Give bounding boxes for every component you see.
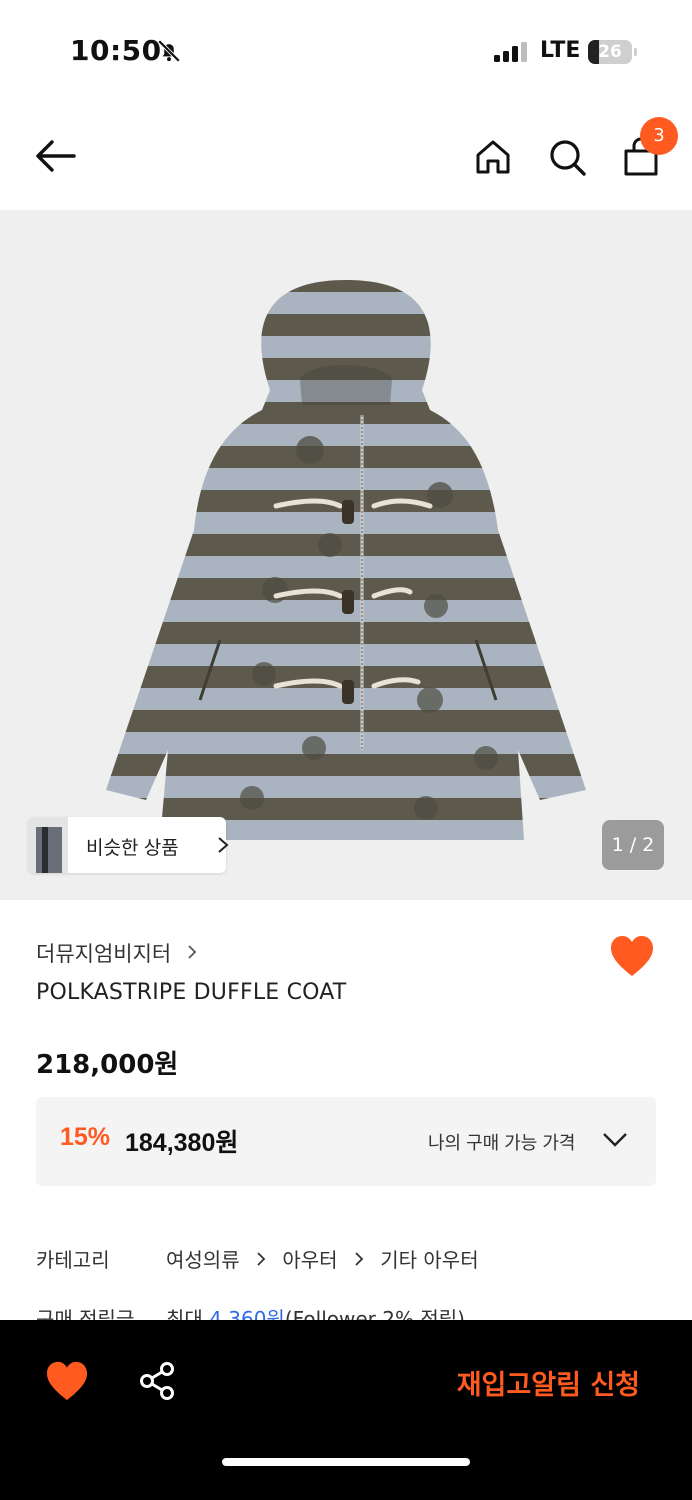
share-icon: [140, 1362, 174, 1400]
category-breadcrumb: 여성의류 아우터 기타 아우터: [166, 1244, 479, 1273]
my-price-dropdown[interactable]: 15% 184,380원 나의 구매 가능 가격: [36, 1097, 656, 1186]
signal-icon: [494, 42, 527, 62]
wishlist-button[interactable]: [608, 934, 656, 978]
battery-cap: [634, 48, 637, 56]
battery-level: 26: [598, 42, 622, 62]
similar-thumbnail: [28, 817, 68, 873]
bell-off-icon: [157, 39, 181, 63]
status-time: 10:50: [70, 34, 162, 67]
chevron-right-icon: [218, 837, 229, 853]
home-button[interactable]: [470, 134, 516, 180]
similar-products-button[interactable]: 비슷한 상품: [28, 817, 229, 873]
discount-percent: 15%: [60, 1123, 111, 1151]
image-page-indicator: 1 / 2: [602, 820, 664, 870]
brand-name: 더뮤지엄비지터: [36, 942, 172, 966]
top-navigation: [0, 100, 692, 210]
back-button[interactable]: [30, 136, 82, 176]
chevron-right-icon: [355, 1252, 364, 1266]
chevron-right-icon: [188, 945, 197, 959]
bottom-action-bar: 재입고알림 신청: [0, 1320, 692, 1500]
restock-alert-button[interactable]: 재입고알림 신청: [400, 1360, 640, 1404]
category-level-1[interactable]: 여성의류: [166, 1248, 240, 1272]
chevron-right-icon: [257, 1252, 266, 1266]
search-icon: [550, 140, 586, 176]
share-button[interactable]: [138, 1360, 178, 1402]
product-name: POLKASTRIPE DUFFLE COAT: [36, 980, 347, 1005]
home-icon: [476, 140, 510, 174]
category-label: 카테고리: [36, 1248, 110, 1272]
category-level-3[interactable]: 기타 아우터: [380, 1248, 478, 1272]
original-price: 218,000원: [36, 1050, 179, 1080]
my-price-label: 나의 구매 가능 가격: [428, 1133, 576, 1153]
category-level-2[interactable]: 아우터: [282, 1248, 337, 1272]
product-image-carousel[interactable]: 비슷한 상품 1 / 2: [0, 210, 692, 900]
sale-price: 184,380원: [125, 1129, 239, 1157]
back-arrow-icon: [36, 140, 76, 172]
brand-link[interactable]: 더뮤지엄비지터: [36, 938, 198, 968]
battery-icon: 26: [588, 40, 632, 64]
similar-products-label: 비슷한 상품: [86, 838, 179, 859]
heart-icon: [46, 1361, 88, 1401]
product-image: [106, 280, 586, 840]
search-button[interactable]: [544, 134, 590, 180]
network-type: LTE: [540, 38, 581, 63]
status-bar: 10:50 LTE 26: [0, 0, 692, 100]
bottom-wishlist-button[interactable]: [44, 1360, 90, 1402]
heart-icon: [611, 936, 653, 976]
cart-count-badge: 3: [640, 117, 678, 155]
home-indicator: [222, 1458, 470, 1466]
chevron-down-icon: [603, 1133, 627, 1147]
